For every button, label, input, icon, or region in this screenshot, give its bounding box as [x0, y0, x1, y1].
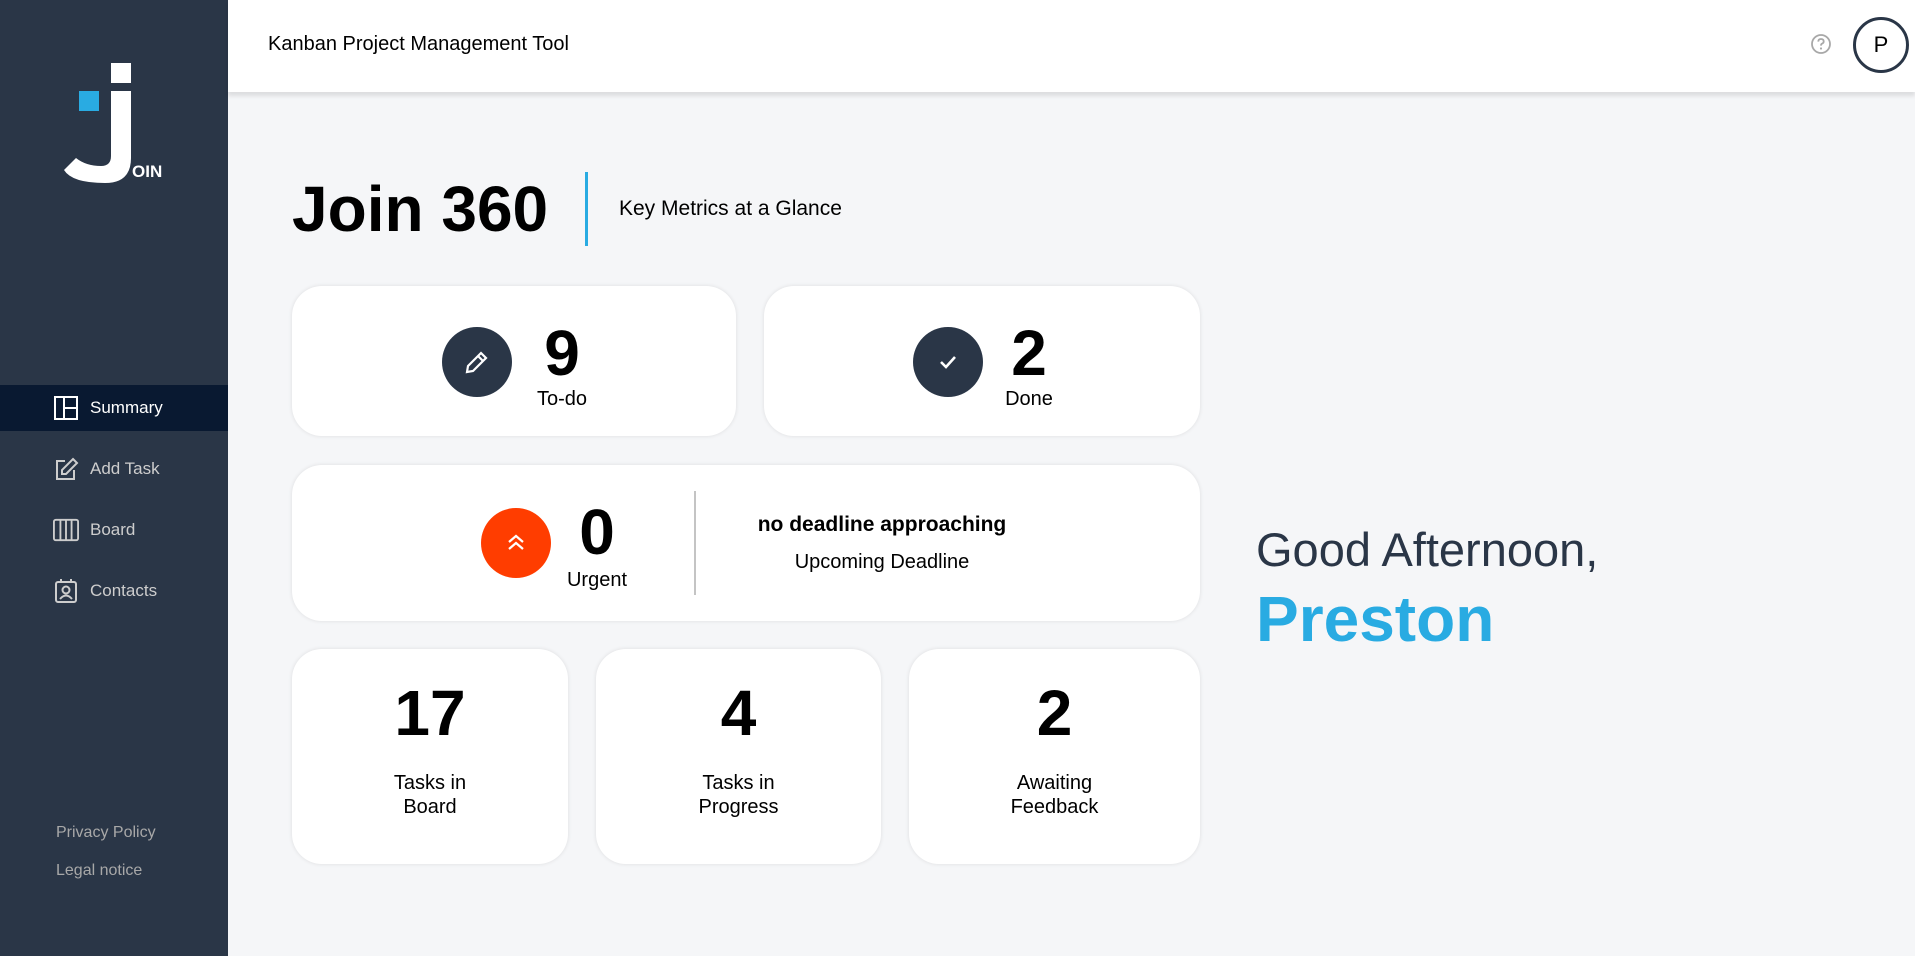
label-line: Board	[403, 796, 457, 818]
sidebar-item-board[interactable]: Board	[0, 507, 228, 553]
done-card[interactable]: 2 Done	[764, 286, 1200, 436]
privacy-policy-link[interactable]: Privacy Policy	[56, 824, 156, 842]
awaiting-feedback-label: Awaiting Feedback	[909, 771, 1200, 819]
contacts-icon	[52, 577, 80, 605]
double-chevron-up-icon	[481, 508, 551, 578]
logo-text: OIN	[132, 162, 162, 181]
sidebar-item-label: Add Task	[90, 459, 160, 478]
todo-count: 9	[544, 317, 580, 389]
todo-card[interactable]: 9 To-do	[292, 286, 736, 436]
help-icon[interactable]	[1810, 33, 1832, 55]
board-icon	[52, 516, 80, 544]
tasks-in-progress-count: 4	[720, 677, 757, 749]
tasks-in-progress-label: Tasks in Progress	[596, 771, 881, 819]
greeting-user-name: Preston	[1256, 583, 1495, 655]
greeting-text: Good Afternoon,	[1256, 523, 1599, 576]
done-label: Done	[1005, 388, 1053, 410]
label-line: Tasks in	[393, 772, 467, 794]
tasks-in-board-count: 17	[394, 677, 466, 749]
page-title: Join 360	[292, 173, 549, 245]
label-line: Awaiting	[1016, 772, 1093, 794]
deadline-value: no deadline approaching	[757, 513, 1007, 536]
done-count: 2	[1011, 317, 1047, 389]
awaiting-feedback-card[interactable]: 2 Awaiting Feedback	[909, 649, 1200, 864]
user-avatar[interactable]: P	[1853, 17, 1909, 73]
sidebar: OIN Summary Add Task Board Contacts Priv…	[0, 0, 228, 956]
sidebar-nav: Summary Add Task Board Contacts	[0, 385, 228, 629]
title-divider	[585, 172, 588, 246]
label-line: Tasks in	[702, 772, 775, 794]
urgent-divider	[694, 491, 696, 595]
sidebar-item-summary[interactable]: Summary	[0, 385, 228, 431]
sidebar-item-label: Board	[90, 520, 136, 539]
sidebar-footer: Privacy Policy Legal notice	[56, 824, 156, 900]
sidebar-item-label: Contacts	[90, 581, 158, 600]
tasks-in-progress-card[interactable]: 4 Tasks in Progress	[596, 649, 881, 864]
todo-label: To-do	[536, 388, 588, 410]
tasks-in-board-card[interactable]: 17 Tasks in Board	[292, 649, 568, 864]
join-logo[interactable]: OIN	[58, 58, 168, 188]
summary-icon	[52, 394, 80, 422]
sidebar-item-add-task[interactable]: Add Task	[0, 446, 228, 492]
legal-notice-link[interactable]: Legal notice	[56, 862, 156, 880]
urgent-count: 0	[579, 496, 615, 568]
checkmark-icon	[913, 327, 983, 397]
add-task-icon	[52, 455, 80, 483]
top-header: Kanban Project Management Tool P	[228, 0, 1915, 92]
urgent-label: Urgent	[566, 569, 628, 591]
label-line: Feedback	[1010, 796, 1099, 818]
sidebar-item-contacts[interactable]: Contacts	[0, 568, 228, 614]
label-line: Progress	[698, 796, 779, 818]
deadline-label: Upcoming Deadline	[794, 551, 970, 573]
awaiting-feedback-count: 2	[1036, 677, 1073, 749]
pencil-icon	[442, 327, 512, 397]
sidebar-item-label: Summary	[90, 398, 163, 417]
tasks-in-board-label: Tasks in Board	[292, 771, 568, 819]
urgent-card[interactable]: 0 Urgent no deadline approaching Upcomin…	[292, 465, 1200, 621]
page-subtitle: Key Metrics at a Glance	[619, 197, 842, 220]
header-title: Kanban Project Management Tool	[268, 33, 569, 55]
